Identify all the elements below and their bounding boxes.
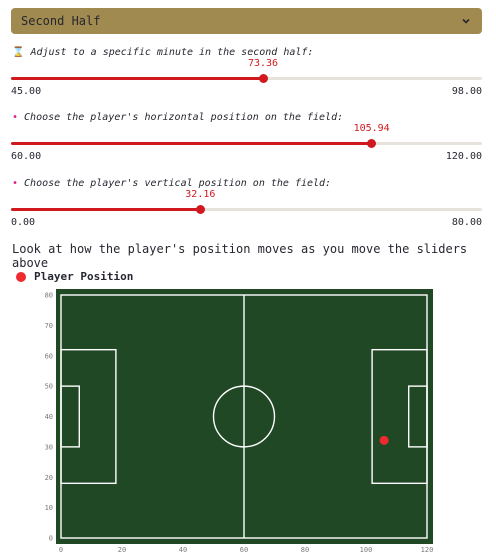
x-tick-label: 0 [59, 546, 63, 554]
x-tick-label: 80 [301, 546, 309, 554]
pitch-background [56, 289, 433, 544]
minute-min: 45.00 [11, 86, 42, 97]
minute-max: 98.00 [451, 86, 482, 97]
y-tick-label: 10 [45, 504, 53, 512]
slider-fill [11, 77, 264, 80]
slider-thumb[interactable] [195, 205, 205, 214]
legend-label: Player Position [34, 270, 134, 283]
left-penalty-area [60, 348, 117, 485]
pin-icon: • [12, 112, 19, 123]
half-select-value: Second Half [21, 14, 101, 28]
vertical-min: 0.00 [11, 217, 36, 228]
y-tick-label: 80 [45, 292, 53, 300]
x-tick-label: 60 [240, 546, 248, 554]
horizontal-slider[interactable]: 105.94 [11, 123, 482, 157]
slider-value: 32.16 [185, 189, 216, 200]
x-tick-label: 100 [360, 546, 373, 554]
minute-slider[interactable]: 73.36 [11, 58, 482, 92]
y-tick-label: 20 [45, 474, 53, 482]
legend-marker [16, 271, 26, 282]
y-tick-label: 50 [45, 383, 53, 391]
right-penalty-area [371, 348, 428, 485]
horizontal-slider-label: • Choose the player's horizontal positio… [12, 112, 343, 123]
chevron-down-icon [462, 18, 470, 24]
vertical-max: 80.00 [451, 217, 482, 228]
slider-fill [11, 208, 201, 211]
x-tick-label: 120 [421, 546, 434, 554]
pitch-boundary [60, 294, 428, 539]
x-tick-label: 20 [118, 546, 126, 554]
minute-slider-label: ⌛ Adjust to a specific minute in the sec… [12, 47, 313, 58]
y-tick-label: 60 [45, 352, 53, 360]
y-tick-label: 30 [45, 443, 53, 451]
vertical-slider-text: Choose the player's vertical position on… [24, 178, 332, 189]
y-tick-label: 70 [45, 322, 53, 330]
center-circle [212, 385, 276, 448]
hourglass-icon: ⌛ [12, 47, 25, 58]
right-goal-area [408, 385, 428, 448]
slider-thumb[interactable] [258, 74, 268, 83]
slider-value: 73.36 [247, 58, 279, 69]
horizontal-slider-text: Choose the player's horizontal position … [24, 112, 344, 123]
slider-value: 105.94 [353, 123, 390, 134]
minute-slider-text: Adjust to a specific minute in the secon… [30, 47, 314, 58]
horizontal-max: 120.00 [445, 151, 482, 162]
pin-icon: • [12, 178, 19, 189]
chart-legend: Player Position [16, 270, 133, 283]
y-tick-label: 40 [45, 413, 53, 421]
horizontal-min: 60.00 [11, 151, 42, 162]
vertical-slider-label: • Choose the player's vertical position … [12, 178, 331, 189]
half-select[interactable]: Second Half [11, 8, 482, 34]
vertical-slider[interactable]: 32.16 [11, 189, 482, 223]
slider-thumb[interactable] [367, 139, 377, 148]
x-tick-label: 40 [179, 546, 187, 554]
left-goal-area [60, 385, 80, 448]
y-tick-label: 0 [49, 535, 53, 543]
instruction-heading: Look at how the player's position moves … [12, 242, 468, 270]
slider-fill [11, 142, 372, 145]
player-position-point [379, 435, 389, 445]
